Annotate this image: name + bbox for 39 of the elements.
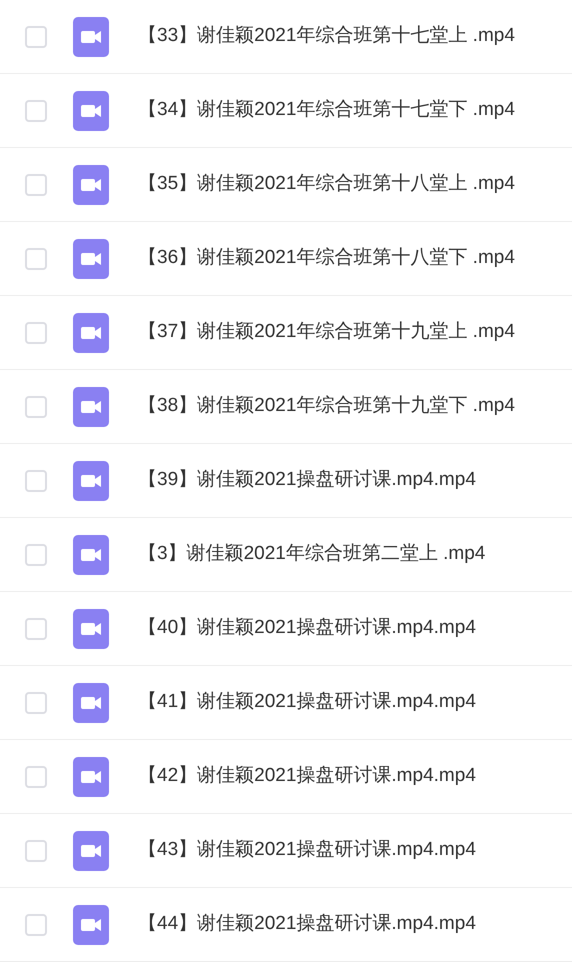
- file-name[interactable]: 【34】谢佳颖2021年综合班第十七堂下 .mp4: [138, 96, 515, 125]
- video-file-icon: [73, 90, 109, 130]
- file-name[interactable]: 【3】谢佳颖2021年综合班第二堂上 .mp4: [138, 540, 486, 569]
- video-file-icon: [73, 830, 109, 870]
- checkbox[interactable]: [25, 322, 47, 344]
- file-name[interactable]: 【37】谢佳颖2021年综合班第十九堂上 .mp4: [138, 318, 515, 347]
- file-name[interactable]: 【40】谢佳颖2021操盘研讨课.mp4.mp4: [138, 614, 476, 643]
- file-name[interactable]: 【35】谢佳颖2021年综合班第十八堂上 .mp4: [138, 170, 515, 199]
- checkbox[interactable]: [25, 470, 47, 492]
- video-file-icon: [73, 904, 109, 944]
- video-file-icon: [73, 238, 109, 278]
- file-name[interactable]: 【44】谢佳颖2021操盘研讨课.mp4.mp4: [138, 910, 476, 939]
- file-name[interactable]: 【36】谢佳颖2021年综合班第十八堂下 .mp4: [138, 244, 515, 273]
- checkbox[interactable]: [25, 618, 47, 640]
- checkbox[interactable]: [25, 248, 47, 270]
- checkbox[interactable]: [25, 840, 47, 862]
- checkbox[interactable]: [25, 174, 47, 196]
- file-name[interactable]: 【33】谢佳颖2021年综合班第十七堂上 .mp4: [138, 22, 515, 51]
- file-name[interactable]: 【39】谢佳颖2021操盘研讨课.mp4.mp4: [138, 466, 476, 495]
- video-file-icon: [73, 164, 109, 204]
- checkbox[interactable]: [25, 914, 47, 936]
- file-name[interactable]: 【43】谢佳颖2021操盘研讨课.mp4.mp4: [138, 836, 476, 865]
- video-file-icon: [73, 16, 109, 56]
- video-file-icon: [73, 756, 109, 796]
- video-file-icon: [73, 608, 109, 648]
- video-file-icon: [73, 312, 109, 352]
- video-file-icon: [73, 386, 109, 426]
- checkbox[interactable]: [25, 544, 47, 566]
- video-file-icon: [73, 534, 109, 574]
- checkbox[interactable]: [25, 766, 47, 788]
- video-file-icon: [73, 682, 109, 722]
- video-file-icon: [73, 460, 109, 500]
- checkbox[interactable]: [25, 100, 47, 122]
- checkbox[interactable]: [25, 26, 47, 48]
- file-name[interactable]: 【42】谢佳颖2021操盘研讨课.mp4.mp4: [138, 762, 476, 791]
- file-name[interactable]: 【41】谢佳颖2021操盘研讨课.mp4.mp4: [138, 688, 476, 717]
- checkbox[interactable]: [25, 692, 47, 714]
- checkbox[interactable]: [25, 396, 47, 418]
- file-name[interactable]: 【38】谢佳颖2021年综合班第十九堂下 .mp4: [138, 392, 515, 421]
